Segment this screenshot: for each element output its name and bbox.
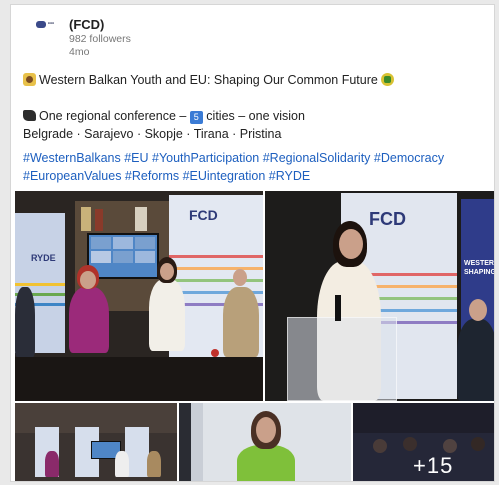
post-header: ••• (FCD) 982 followers 4mo xyxy=(11,5,494,65)
speaker-head xyxy=(160,263,174,280)
speaker-white xyxy=(149,279,185,351)
hashtags-line-2[interactable]: #EuropeanValues #Reforms #EUintegration … xyxy=(23,167,493,185)
video-tile xyxy=(113,237,133,249)
microphone-icon xyxy=(335,295,341,321)
more-photos-count[interactable]: +15 xyxy=(413,453,453,479)
logo-letters-icon: ••• xyxy=(47,21,55,27)
photo-room-wide[interactable] xyxy=(15,403,177,481)
speaker-head xyxy=(339,229,363,259)
panelist xyxy=(115,451,129,477)
video-tile xyxy=(91,251,111,263)
photo-more-overlay[interactable]: +15 xyxy=(353,403,494,481)
stage-floor xyxy=(15,357,263,401)
conference-prefix: One regional conference – xyxy=(39,109,187,123)
follower-count: 982 followers xyxy=(69,33,131,45)
speaker-head xyxy=(233,269,247,286)
panelist xyxy=(147,451,161,477)
number-five-icon: 5 xyxy=(189,111,203,124)
post-card: ••• (FCD) 982 followers 4mo Western Balk… xyxy=(10,4,495,482)
frame-edge xyxy=(179,403,191,481)
audience-man xyxy=(457,319,494,401)
speaker-head xyxy=(256,417,276,443)
organization-logo[interactable]: ••• xyxy=(27,17,63,31)
speaker-right xyxy=(223,287,259,357)
glass-podium xyxy=(287,317,397,401)
banner-stripe xyxy=(169,267,263,270)
panelist xyxy=(45,451,59,477)
banner-side-text: RYDE xyxy=(31,253,56,263)
video-tile xyxy=(135,237,155,249)
cities-line: Belgrade · Sarajevo · Skopje · Tirana · … xyxy=(23,127,282,141)
red-mug xyxy=(211,349,219,357)
banner-right-text: WESTERN SHAPING xyxy=(464,260,495,276)
conference-suffix: cities – one vision xyxy=(206,109,305,123)
banner-stripe xyxy=(169,279,263,282)
photo-panel-discussion[interactable]: RYDE FCD xyxy=(15,191,263,401)
author-name[interactable]: (FCD) xyxy=(69,17,104,32)
book xyxy=(95,209,103,231)
logo-mark-icon xyxy=(35,20,46,28)
speaker-purple xyxy=(69,287,109,353)
post-timestamp: 4mo xyxy=(69,46,90,58)
hashtags-line-1[interactable]: #WesternBalkans #EU #YouthParticipation … xyxy=(23,149,493,167)
audience-head xyxy=(469,299,487,321)
video-tile xyxy=(113,251,133,263)
map-emoji-icon xyxy=(23,110,36,121)
photo-grid: RYDE FCD FCD WESTER SHAPING +15 xyxy=(11,191,495,481)
speaker-left xyxy=(15,287,35,357)
banner-stripe xyxy=(169,255,263,258)
banner-text: FCD xyxy=(189,207,218,223)
sparkle-emoji-icon xyxy=(380,73,394,86)
conference-line: One regional conference – 5 cities – one… xyxy=(23,107,493,125)
speaker-head xyxy=(80,271,96,289)
banner-stripe xyxy=(15,283,65,286)
video-tile xyxy=(135,251,155,263)
headline-text: Western Balkan Youth and EU: Shaping Our… xyxy=(39,73,378,87)
video-tile xyxy=(91,237,111,249)
banner-text: FCD xyxy=(369,209,406,229)
people-emoji-icon xyxy=(23,73,36,86)
book xyxy=(135,207,147,231)
photo-video-speaker[interactable] xyxy=(179,403,351,481)
book xyxy=(81,207,91,231)
headline-line: Western Balkan Youth and EU: Shaping Our… xyxy=(23,71,493,89)
speaker-green-jacket xyxy=(237,445,295,481)
photo-speaker-podium[interactable]: FCD WESTERN SHAPING xyxy=(265,191,495,401)
post-body: Western Balkan Youth and EU: Shaping Our… xyxy=(23,71,493,185)
